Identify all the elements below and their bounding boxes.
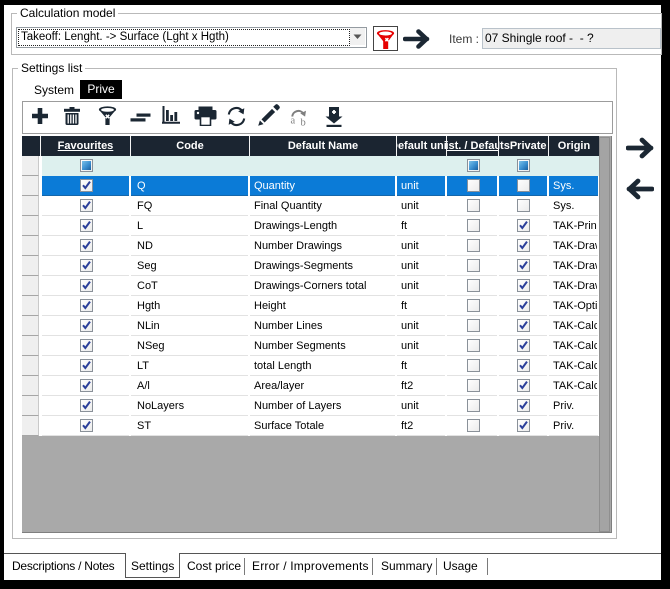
svg-text:a: a xyxy=(291,116,296,127)
svg-text:b: b xyxy=(301,118,306,127)
